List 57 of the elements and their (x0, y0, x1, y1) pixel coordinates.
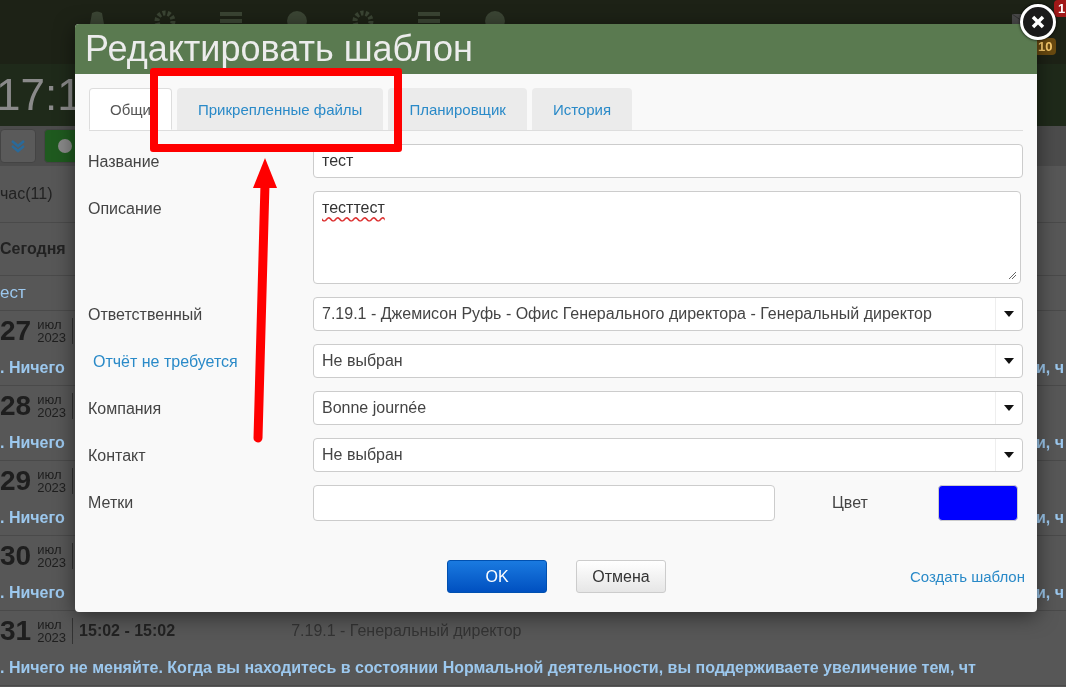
caret-icon (1004, 452, 1014, 458)
date-year: 2023 (37, 556, 67, 569)
caret-icon (1004, 358, 1014, 364)
tab[interactable]: История (531, 88, 633, 130)
caret-icon (1004, 405, 1014, 411)
task-text[interactable]: . Ничего (0, 509, 65, 527)
select-field[interactable]: Не выбран (313, 344, 1023, 378)
description-field[interactable]: тесттест (313, 191, 1021, 284)
ok-button[interactable]: OK (447, 560, 547, 593)
select-field[interactable]: 7.19.1 - Джемисон Руфь - Офис Генерального директора - Генеральный директор (313, 297, 1023, 331)
date-month: июл (37, 468, 63, 481)
count-badge: 1 (1054, 0, 1066, 17)
field-label: Описание (88, 199, 163, 218)
task-title[interactable]: ест (0, 283, 26, 303)
report-link[interactable]: Отчёт не требуется (88, 344, 313, 371)
task-text[interactable]: . Ничего (0, 434, 65, 452)
date-day: 30 (0, 540, 32, 572)
date-month: июл (37, 393, 63, 406)
dialog-title: Редактировать шаблон (85, 28, 473, 70)
date-year: 2023 (37, 406, 67, 419)
chevron-down-icon (11, 139, 25, 153)
date-month: июл (37, 318, 63, 331)
field-label: Компания (88, 399, 163, 418)
tab[interactable]: Прикрепленные файлы (177, 88, 384, 130)
date-day: 31 (0, 615, 32, 647)
field-label: Метки (88, 493, 135, 512)
date-year: 2023 (37, 631, 67, 644)
task-text[interactable]: . Ничего (0, 584, 65, 602)
task-text[interactable]: и, ч (1036, 584, 1064, 602)
date-day: 27 (0, 315, 32, 347)
task-text[interactable]: . Ничего не меняйте. Когда вы находитесь в состоянии Нормальной деятельности, вы поддерживаете увеличение тем, чт (0, 659, 976, 677)
date-year: 2023 (37, 481, 67, 494)
task-text[interactable]: и, ч (1036, 434, 1064, 452)
field-label: Название (88, 152, 161, 171)
color-label: Цвет (832, 493, 869, 512)
resize-handle-icon[interactable] (1008, 271, 1017, 280)
field-label: Контакт (88, 446, 147, 465)
tab[interactable]: Планировщик (388, 88, 527, 130)
tags-field[interactable] (313, 485, 775, 521)
date-day: 29 (0, 465, 32, 497)
cancel-button[interactable]: Отмена (576, 560, 666, 593)
field-label: Ответственный (88, 305, 204, 324)
date-month: июл (37, 618, 63, 631)
task-text[interactable]: . Ничего (0, 359, 65, 377)
color-swatch[interactable] (938, 485, 1018, 521)
close-icon (1031, 15, 1045, 29)
select-field[interactable]: Не выбран (313, 438, 1023, 472)
task-text[interactable]: и, ч (1036, 509, 1064, 527)
name-field[interactable]: тест (313, 144, 1023, 178)
create-template-link[interactable]: Создать шаблон (910, 568, 1025, 585)
caret-icon (1004, 311, 1014, 317)
task-text[interactable]: и, ч (1036, 359, 1064, 377)
date-year: 2023 (37, 331, 67, 344)
date-day: 28 (0, 390, 32, 422)
select-field[interactable]: Bonne journée (313, 391, 1023, 425)
date-month: июл (37, 543, 63, 556)
tab[interactable]: Общи (89, 88, 172, 130)
